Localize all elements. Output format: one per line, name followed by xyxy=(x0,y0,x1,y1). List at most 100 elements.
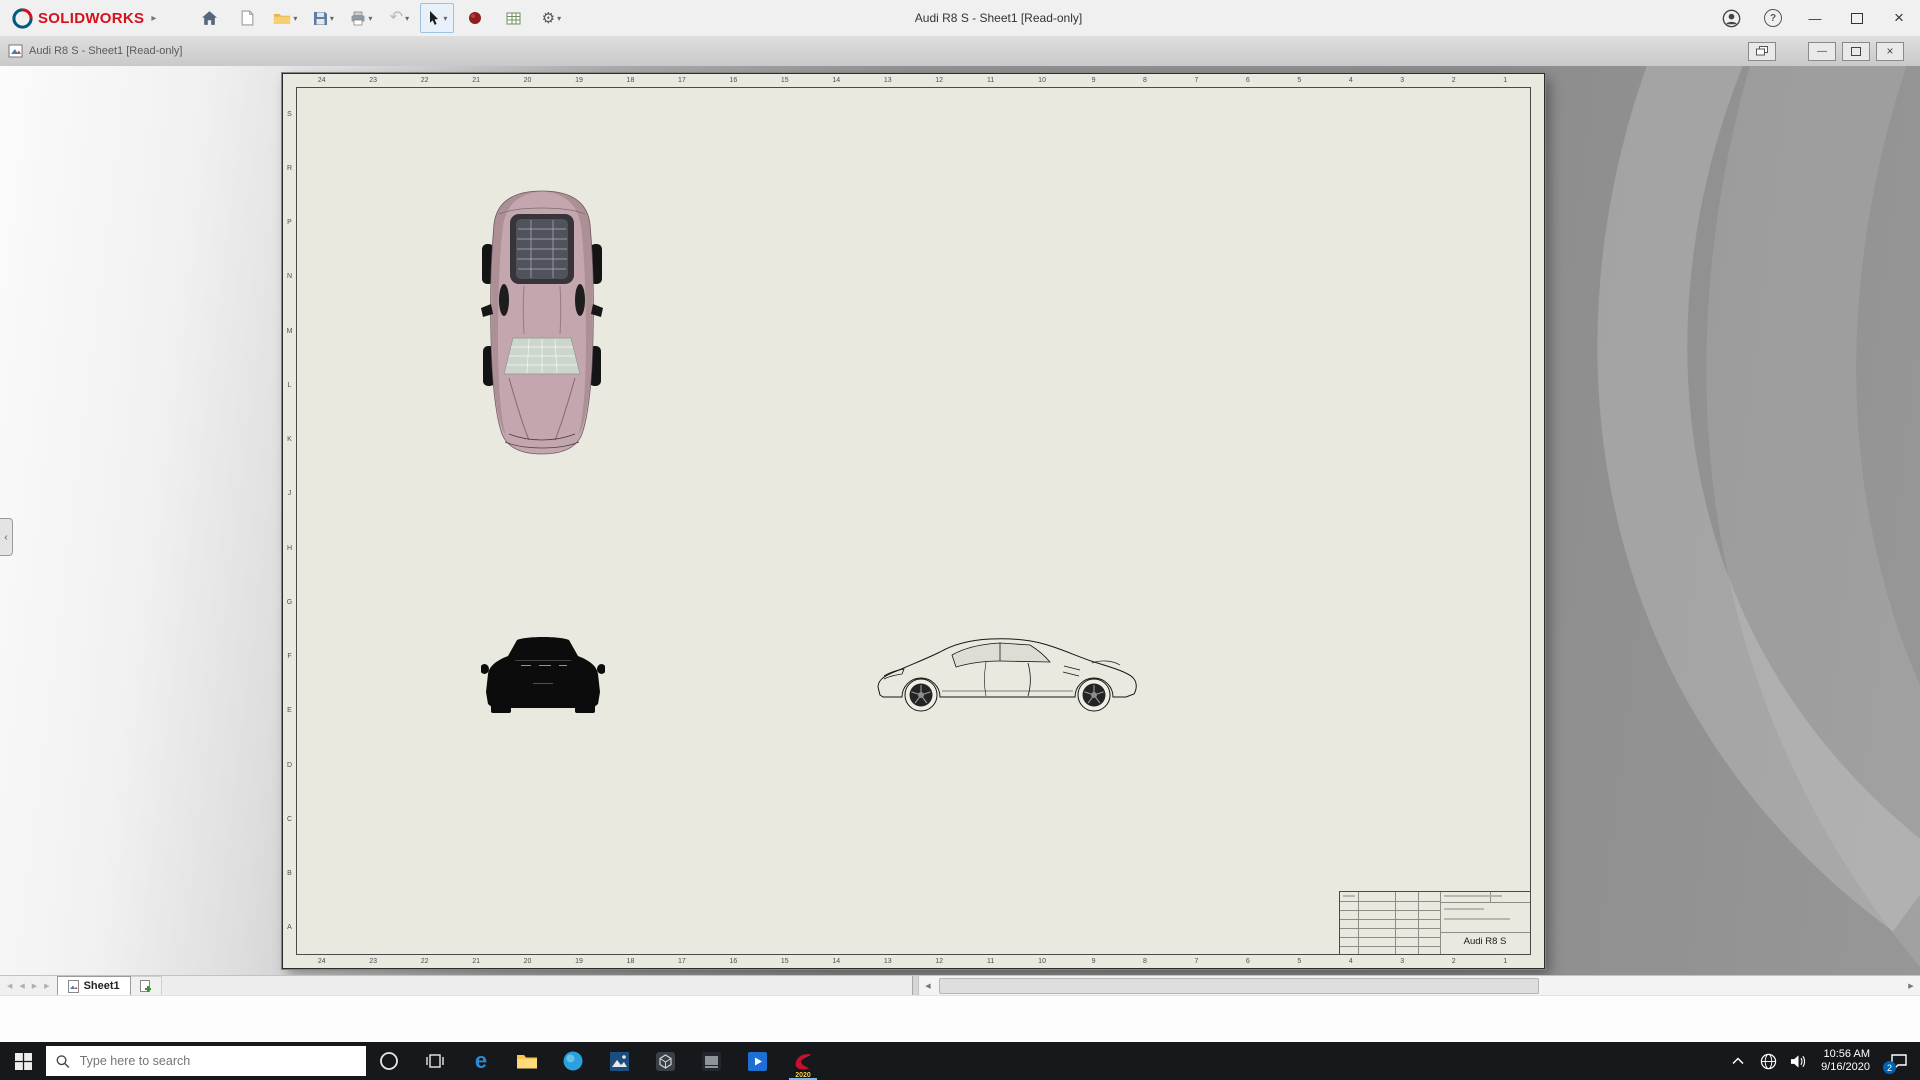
zone-number-label: 2 xyxy=(1451,958,1456,965)
select-dropdown-icon[interactable]: ▾ xyxy=(443,14,447,23)
save-icon xyxy=(313,11,327,25)
solidworks-taskbar-button[interactable]: 2020 xyxy=(780,1042,826,1080)
cortana-button[interactable] xyxy=(366,1042,412,1080)
task-view-button[interactable] xyxy=(412,1042,458,1080)
scroll-left-button[interactable]: ◀ xyxy=(919,976,937,996)
browser-button[interactable] xyxy=(550,1042,596,1080)
user-icon xyxy=(1722,9,1740,27)
file-explorer-button[interactable] xyxy=(504,1042,550,1080)
zone-number-label: 24 xyxy=(317,958,326,965)
photos-button[interactable] xyxy=(596,1042,642,1080)
select-cursor-icon xyxy=(430,11,439,25)
select-tool-button[interactable]: ▾ xyxy=(420,3,455,33)
add-sheet-tab[interactable] xyxy=(130,976,162,996)
cascade-windows-button[interactable] xyxy=(1748,41,1776,61)
volume-button[interactable] xyxy=(1783,1042,1813,1080)
zone-number-label: 3 xyxy=(1400,77,1405,84)
zone-number-label: 20 xyxy=(523,958,532,965)
document-title: Audi R8 S - Sheet1 [Read-only] xyxy=(29,45,183,57)
movies-tv-button[interactable] xyxy=(734,1042,780,1080)
zone-number-label: 19 xyxy=(575,958,583,965)
open-button[interactable]: ▾ xyxy=(268,3,302,33)
network-button[interactable] xyxy=(1753,1042,1783,1080)
zone-number-label: 3 xyxy=(1400,958,1405,965)
3d-app-button[interactable] xyxy=(642,1042,688,1080)
zone-letter-label: R xyxy=(286,164,293,172)
print-icon xyxy=(351,11,365,25)
tab-scrollbar-splitter[interactable] xyxy=(912,976,919,996)
drawing-view-top[interactable] xyxy=(479,188,605,456)
zone-letter-label: N xyxy=(286,273,293,281)
taskbar-search[interactable] xyxy=(46,1046,366,1076)
home-button[interactable] xyxy=(192,3,226,33)
graphics-area[interactable]: ‹ 24 23 22 21 20 19 18 17 16 15 14 13 12 11 10 9 8 7 6 5 4 3 2… xyxy=(0,66,1920,975)
doc-minimize-button[interactable]: — xyxy=(1808,41,1836,61)
zone-ruler-left: S R P N M L K J H G F E D C B A xyxy=(283,87,296,955)
first-sheet-button[interactable]: ◀ xyxy=(5,982,14,990)
table-button[interactable] xyxy=(496,3,530,33)
taskbar-clock[interactable]: 10:56 AM 9/16/2020 xyxy=(1813,1048,1878,1074)
undo-button[interactable]: ↶ ▾ xyxy=(382,3,416,33)
scroll-left-icon: ◀ xyxy=(925,983,931,990)
system-tray: 10:56 AM 9/16/2020 2 xyxy=(1723,1042,1920,1080)
browser-icon xyxy=(563,1051,583,1071)
tray-chevron-button[interactable] xyxy=(1723,1042,1753,1080)
print-button[interactable]: ▾ xyxy=(344,3,378,33)
zone-letter-label: J xyxy=(287,490,292,498)
previous-sheet-button[interactable]: ◀ xyxy=(17,982,26,990)
doc-close-button[interactable]: × xyxy=(1876,41,1904,61)
scroll-right-button[interactable]: ▶ xyxy=(1902,976,1920,996)
featuremanager-collapsed-tab[interactable]: ‹ xyxy=(0,518,13,556)
solidworks-year-badge: 2020 xyxy=(795,1072,811,1079)
start-button[interactable] xyxy=(0,1042,46,1080)
zone-number-label: 10 xyxy=(1038,958,1046,965)
zone-number-label: 23 xyxy=(369,958,378,965)
edge-button[interactable]: e xyxy=(458,1042,504,1080)
drawing-sheet[interactable]: 24 23 22 21 20 19 18 17 16 15 14 13 12 11 10 9 8 7 6 5 4 3 2 1 … xyxy=(282,73,1545,969)
horizontal-scrollbar[interactable]: ◀ ▶ xyxy=(919,976,1920,996)
movies-tv-icon xyxy=(747,1051,767,1071)
brand-logo: SOLIDWORKS ▸ xyxy=(0,7,164,29)
drawing-view-side[interactable] xyxy=(868,632,1148,718)
open-dropdown-icon[interactable]: ▾ xyxy=(293,14,297,23)
media-app-button[interactable] xyxy=(688,1042,734,1080)
zone-number-label: 19 xyxy=(575,77,583,84)
search-input[interactable] xyxy=(77,1053,356,1069)
next-sheet-button[interactable]: ▶ xyxy=(30,982,39,990)
save-dropdown-icon[interactable]: ▾ xyxy=(330,14,334,23)
file-explorer-icon xyxy=(517,1055,537,1069)
zone-number-label: 6 xyxy=(1245,77,1250,84)
doc-minimize-icon: — xyxy=(1817,45,1827,57)
minimize-button[interactable]: — xyxy=(1794,0,1836,36)
chevron-up-icon xyxy=(1732,1057,1744,1065)
cortana-icon xyxy=(380,1052,398,1070)
options-button[interactable]: ⚙ ▾ xyxy=(534,3,568,33)
undo-dropdown-icon[interactable]: ▾ xyxy=(405,14,409,23)
close-button[interactable]: × xyxy=(1878,0,1920,36)
window-title: Audi R8 S - Sheet1 [Read-only] xyxy=(914,11,1083,25)
print-dropdown-icon[interactable]: ▾ xyxy=(368,14,372,23)
scrollbar-thumb[interactable] xyxy=(939,978,1540,994)
last-sheet-button[interactable]: ▶ xyxy=(42,982,51,990)
document-window-bar: Audi R8 S - Sheet1 [Read-only] — × xyxy=(0,36,1920,67)
appearance-button[interactable] xyxy=(458,3,492,33)
zone-number-label: 11 xyxy=(986,958,995,965)
titlebar: SOLIDWORKS ▸ ▾ ▾ ▾ ↶ ▾ ▾ ⚙ ▾ Audi R8 S -… xyxy=(0,0,1920,37)
scrollbar-track[interactable] xyxy=(937,976,1902,996)
doc-restore-button[interactable] xyxy=(1842,41,1870,61)
zone-number-label: 4 xyxy=(1348,77,1353,84)
tab-sheet1[interactable]: Sheet1 xyxy=(56,976,131,996)
windows-logo-icon xyxy=(14,1052,32,1070)
menu-flyout-arrow-icon[interactable]: ▸ xyxy=(151,13,156,24)
gear-icon: ⚙ xyxy=(541,9,556,27)
maximize-button[interactable] xyxy=(1836,0,1878,36)
account-button[interactable] xyxy=(1710,0,1752,36)
new-document-button[interactable] xyxy=(230,3,264,33)
zone-letter-label: F xyxy=(287,653,292,661)
quick-access-toolbar: ▾ ▾ ▾ ↶ ▾ ▾ ⚙ ▾ xyxy=(192,3,568,33)
drawing-view-front[interactable] xyxy=(481,634,605,715)
notifications-button[interactable]: 2 xyxy=(1878,1042,1920,1080)
options-dropdown-icon[interactable]: ▾ xyxy=(557,14,561,23)
save-button[interactable]: ▾ xyxy=(306,3,340,33)
help-button[interactable]: ? xyxy=(1752,0,1794,36)
